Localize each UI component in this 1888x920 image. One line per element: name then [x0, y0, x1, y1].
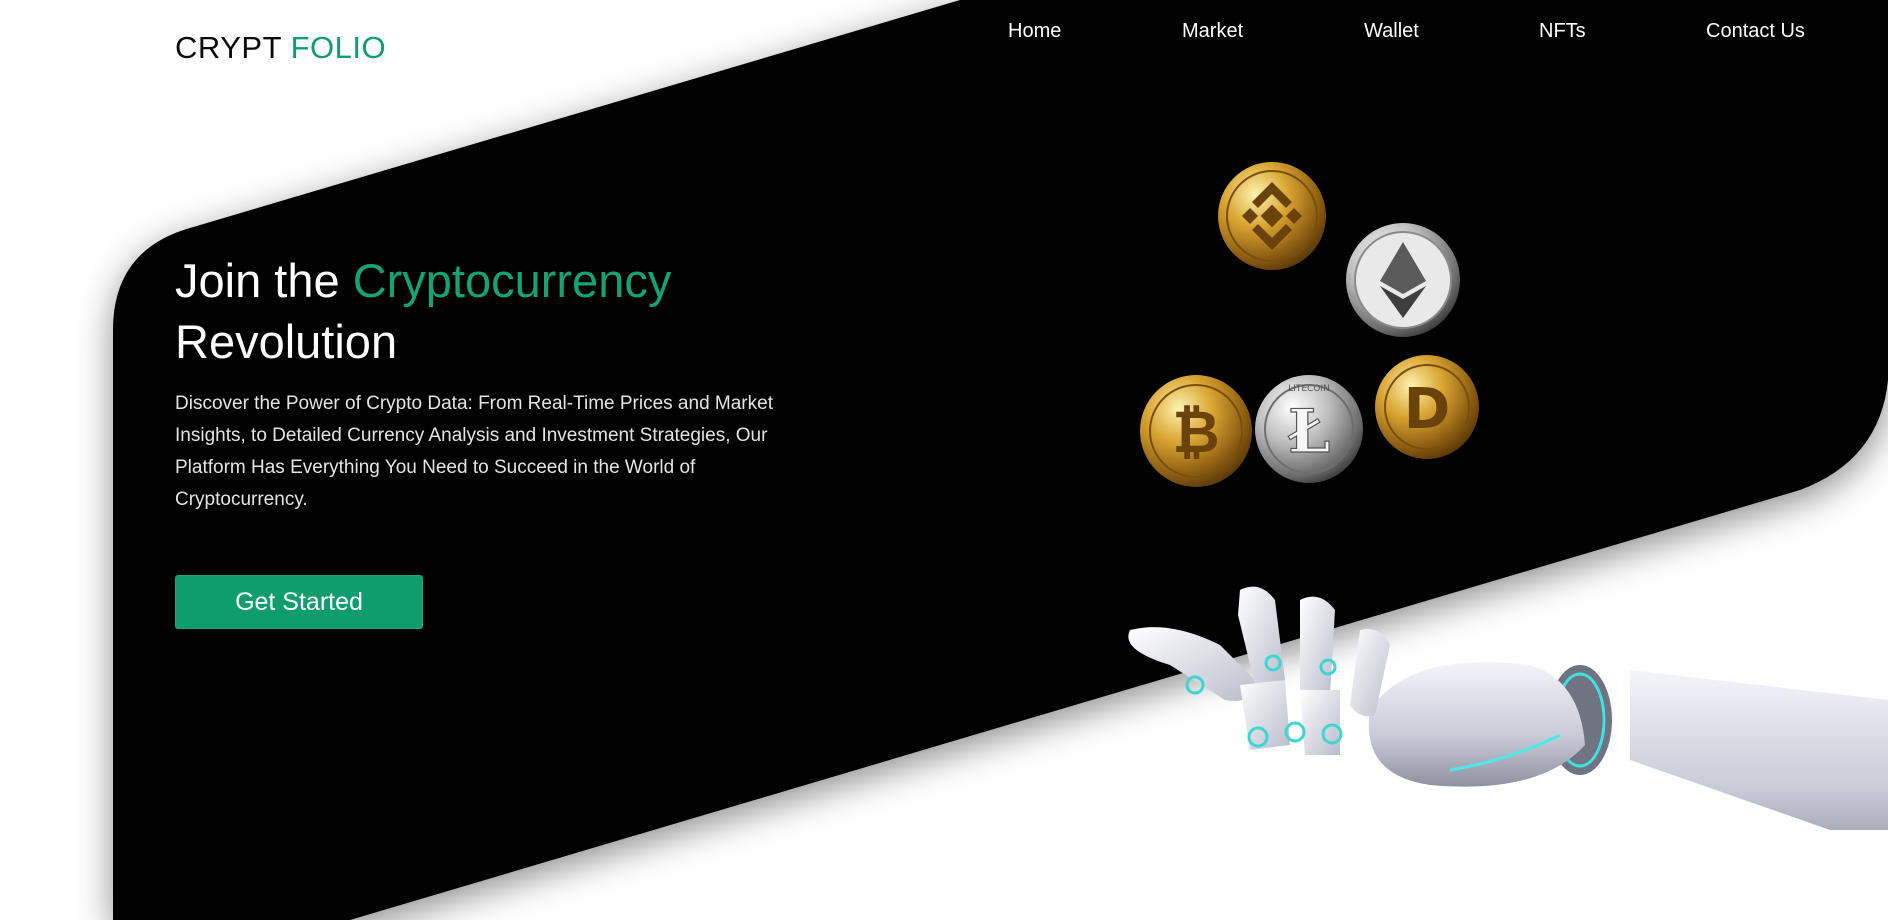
hero-title-lead: Join the — [175, 254, 353, 307]
bitcoin-coin-icon: ₿ — [1140, 375, 1252, 487]
hero-title-accent: Cryptocurrency — [352, 254, 672, 307]
nav-contact-us[interactable]: Contact Us — [1706, 20, 1805, 43]
binance-coin-icon — [1218, 162, 1326, 270]
nav-nfts[interactable]: NFTs — [1539, 20, 1586, 43]
hero-section: Join the Cryptocurrency Revolution Disco… — [175, 250, 835, 516]
nav-wallet[interactable]: Wallet — [1364, 20, 1419, 43]
svg-text:Ł: Ł — [1288, 397, 1331, 467]
litecoin-coin-icon: Ł LITECOIN — [1255, 375, 1363, 483]
svg-text:₿: ₿ — [1172, 398, 1219, 466]
dogecoin-coin-icon: D — [1375, 355, 1479, 459]
hero-title-end: Revolution — [175, 315, 398, 368]
nav-home[interactable]: Home — [1008, 20, 1061, 43]
nav-market[interactable]: Market — [1182, 20, 1243, 43]
hero-description: Discover the Power of Crypto Data: From … — [175, 393, 773, 510]
svg-text:D: D — [1404, 377, 1450, 442]
crypto-coins-illustration: ₿ Ł LITECOIN D — [1140, 162, 1479, 487]
ethereum-coin-icon — [1346, 223, 1460, 337]
get-started-button[interactable]: Get Started — [175, 575, 423, 629]
hero-title: Join the Cryptocurrency Revolution — [175, 250, 835, 372]
main-nav: Home Market Wallet NFTs Contact Us — [0, 20, 1888, 48]
litecoin-engraving: LITECOIN — [1288, 384, 1330, 394]
robot-hand-illustration — [1128, 586, 1888, 830]
